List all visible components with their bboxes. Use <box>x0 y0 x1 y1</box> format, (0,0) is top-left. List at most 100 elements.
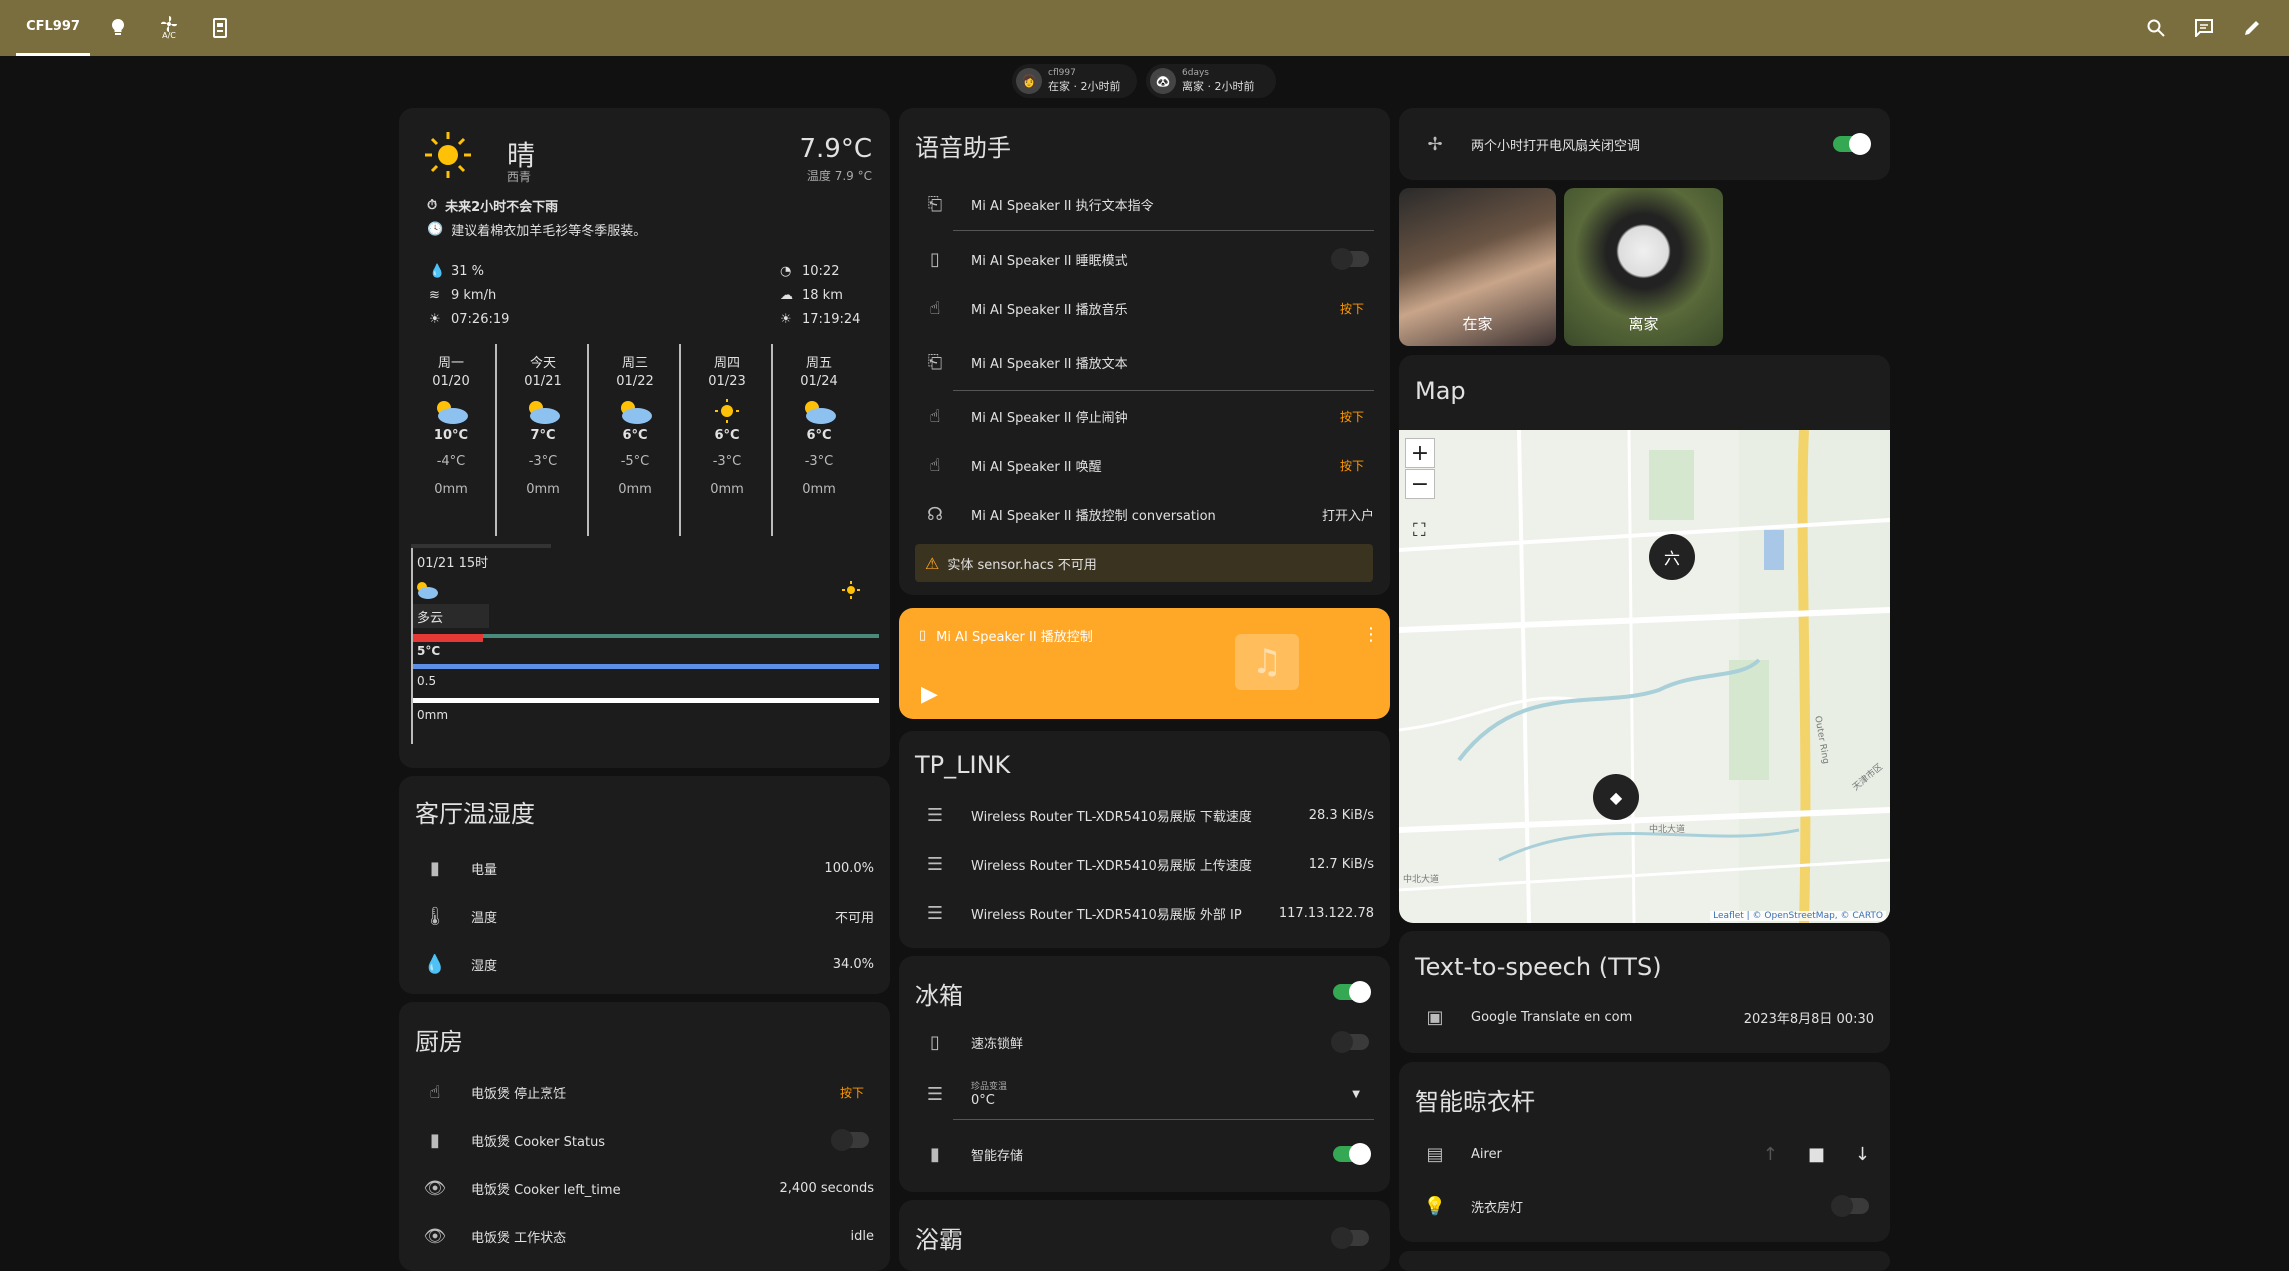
fit-bounds-button[interactable]: ⛶ <box>1413 520 1426 541</box>
sunny-icon <box>842 581 860 599</box>
smart-storage-toggle[interactable] <box>1333 1143 1371 1165</box>
press-button[interactable]: 按下 <box>840 1084 890 1101</box>
entity-toggle[interactable] <box>1331 248 1369 270</box>
entity-row[interactable]: ☰ Wireless Router TL-XDR5410易展版 下载速度 28.3 … <box>899 791 1390 839</box>
entity-row[interactable]: 💧 湿度 34.0% <box>399 940 890 988</box>
entity-label: Wireless Router TL-XDR5410易展版 下载速度 <box>971 809 1252 825</box>
entity-row[interactable]: ☝ 电饭煲 停止烹饪 按下 <box>399 1068 890 1116</box>
entity-row[interactable]: ☝ Mi AI Speaker II 唤醒 按下 <box>899 441 1390 489</box>
entity-toggle[interactable] <box>831 1129 869 1151</box>
smart-storage-row[interactable]: ▮ 智能存储 <box>899 1130 1390 1178</box>
zoom-in-button[interactable]: + <box>1405 438 1435 468</box>
airer-label: Airer <box>1471 1146 1502 1162</box>
forecast-date: 01/23 <box>708 374 746 389</box>
entity-row[interactable]: 🌡 温度 不可用 <box>399 892 890 940</box>
entity-row[interactable]: ▯ Mi AI Speaker II 睡眠模式 <box>899 235 1390 283</box>
tab-lights[interactable] <box>104 0 132 56</box>
phone-icon: ▯ <box>930 248 940 270</box>
person-badge-cfl997[interactable]: 👩 cfl997 在家 · 2小时前 <box>1012 64 1137 98</box>
sunrise-icon: ☀ <box>429 312 441 327</box>
entity-label: Mi AI Speaker II 播放音乐 <box>971 302 1128 318</box>
tab-home[interactable]: CFL997 <box>16 0 90 56</box>
tts-row[interactable]: ▣ Google Translate en com 2023年8月8日 00:3… <box>1399 993 1890 1041</box>
weather-details-left: 💧 31 % ≋ 9 km/h ☀ 07:26:19 <box>429 260 509 332</box>
touch-app-icon: ☝ <box>929 405 941 427</box>
forecast-high: 6°C <box>714 428 740 443</box>
zoom-out-button[interactable]: − <box>1405 469 1435 499</box>
entity-row[interactable]: ▮ 电量 100.0% <box>399 844 890 892</box>
weather-card[interactable]: 晴 西青 7.9°C 温度 7.9 °C ⏱ 未来2小时不会下雨 🕓 建议着棉衣加羊… <box>399 108 890 768</box>
entity-row[interactable]: ☝ Mi AI Speaker II 播放音乐 按下 <box>899 284 1390 332</box>
entity-label: 电饭煲 Cooker Status <box>471 1134 606 1150</box>
hourly-time: 01/21 15时 <box>417 556 489 571</box>
entity-value: 打开入户 <box>1321 508 1374 524</box>
assist-button[interactable] <box>2190 0 2218 56</box>
entity-row[interactable]: 👁 电饭煲 Cooker left_time 2,400 seconds <box>399 1164 890 1212</box>
forecast-day: 周一 01/20 10°C -4°C 0mm <box>405 344 497 544</box>
fridge-power-toggle[interactable] <box>1333 981 1371 1003</box>
touch-app-icon: ☝ <box>429 1081 441 1103</box>
sunny-icon <box>681 398 773 428</box>
hourly-condition: 多云 <box>413 604 489 628</box>
press-button[interactable]: 按下 <box>1340 300 1390 317</box>
map-person-marker[interactable]: 六 <box>1649 534 1695 580</box>
forecast-high: 6°C <box>806 428 832 443</box>
automation-toggle[interactable] <box>1833 133 1871 155</box>
entity-row[interactable]: ⎗ Mi AI Speaker II 执行文本指令 <box>899 180 1390 228</box>
automation-row[interactable]: ✢ 两个小时打开电风扇关闭空调 <box>1399 120 1890 168</box>
arrow-up-icon[interactable]: ↑ <box>1763 1144 1778 1165</box>
stop-icon[interactable]: ■ <box>1808 1144 1825 1165</box>
tab-ac[interactable]: A/C <box>154 0 184 56</box>
quick-freeze-toggle[interactable] <box>1331 1031 1369 1053</box>
sunny-icon <box>425 132 471 178</box>
quick-freeze-row[interactable]: ▯ 速冻锁鲜 <box>899 1018 1390 1066</box>
media-title: Mi AI Speaker II 播放控制 <box>936 630 1093 645</box>
laundry-light-toggle[interactable] <box>1831 1195 1869 1217</box>
arrow-down-icon[interactable]: ↓ <box>1855 1144 1870 1165</box>
weather-details-right: ◔ 10:22 ☁ 18 km ☀ 17:19:24 <box>780 260 860 332</box>
automation-label: 两个小时打开电风扇关闭空调 <box>1471 138 1641 154</box>
media-player-card[interactable]: ▯ Mi AI Speaker II 播放控制 ⋮ ♫ ▶ <box>899 608 1390 719</box>
press-button[interactable]: 按下 <box>1340 408 1390 425</box>
forecast-rain: 0mm <box>434 482 468 497</box>
forecast-day: 周四 <box>713 356 740 371</box>
play-button[interactable]: ▶ <box>921 682 938 707</box>
rain-bar <box>413 698 879 703</box>
rain-alert-text: 未来2小时不会下雨 <box>445 200 559 215</box>
person-photo-away[interactable]: 离家 <box>1564 188 1723 346</box>
map-attribution[interactable]: Leaflet | © OpenStreetMap, © CARTO <box>1710 911 1886 921</box>
entity-value: 28.3 KiB/s <box>1308 807 1374 823</box>
variable-temp-select[interactable]: ☰ 珍品变温 0°C ▼ <box>899 1068 1390 1120</box>
humidity-value: 31 % <box>451 264 485 279</box>
pencil-icon <box>2245 21 2259 35</box>
card-title: Text-to-speech (TTS) <box>1415 953 1662 981</box>
tab-ac-label: A/C <box>162 31 176 40</box>
more-options-button[interactable]: ⋮ <box>1362 624 1380 645</box>
entity-row[interactable]: 👁 电饭煲 工作状态 idle <box>399 1212 890 1260</box>
entity-row[interactable]: ▮ 电饭煲 Cooker Status <box>399 1116 890 1164</box>
fridge-icon: ▯ <box>930 1031 940 1053</box>
text-command-icon: ⎗ <box>927 193 943 215</box>
touch-app-icon: ☝ <box>929 454 941 476</box>
bath-power-toggle[interactable] <box>1331 1227 1369 1249</box>
entity-row[interactable]: ☰ Wireless Router TL-XDR5410易展版 外部 IP 117.… <box>899 889 1390 937</box>
hourly-scroll-track <box>411 544 551 548</box>
music-placeholder-icon: ♫ <box>1235 634 1299 690</box>
daily-forecast: 周一 01/20 10°C -4°C 0mm 今天 01/21 7°C -3°C 0mm 周三 01/… <box>399 344 890 544</box>
tab-remote[interactable] <box>206 0 234 56</box>
person-badge-6days[interactable]: 🐼 6days 离家 · 2小时前 <box>1146 64 1276 98</box>
entity-row[interactable]: ⎗ Mi AI Speaker II 播放文本 <box>899 338 1390 386</box>
thermometer-icon: 🌡 <box>423 905 447 927</box>
entity-label: 速冻锁鲜 <box>971 1036 1024 1052</box>
edit-button[interactable] <box>2238 0 2266 56</box>
fan-ac-icon <box>161 16 177 32</box>
person-photo-home[interactable]: 在家 <box>1399 188 1556 346</box>
entity-row[interactable]: ☝ Mi AI Speaker II 停止闹钟 按下 <box>899 392 1390 440</box>
press-button[interactable]: 按下 <box>1340 457 1390 474</box>
map-zone-marker[interactable]: ◆ <box>1593 774 1639 820</box>
entity-row[interactable]: ☊ Mi AI Speaker II 播放控制 conversation 打开入户 <box>899 490 1390 538</box>
map-view[interactable]: + − ⛶ 六 ◆ 中北大道 中北大道 Outer Ring 天津市区 Leaf… <box>1399 430 1890 923</box>
entity-row[interactable]: ☰ Wireless Router TL-XDR5410易展版 上传速度 12.7 … <box>899 840 1390 888</box>
forecast-low: -5°C <box>620 454 650 469</box>
search-button[interactable] <box>2142 0 2170 56</box>
